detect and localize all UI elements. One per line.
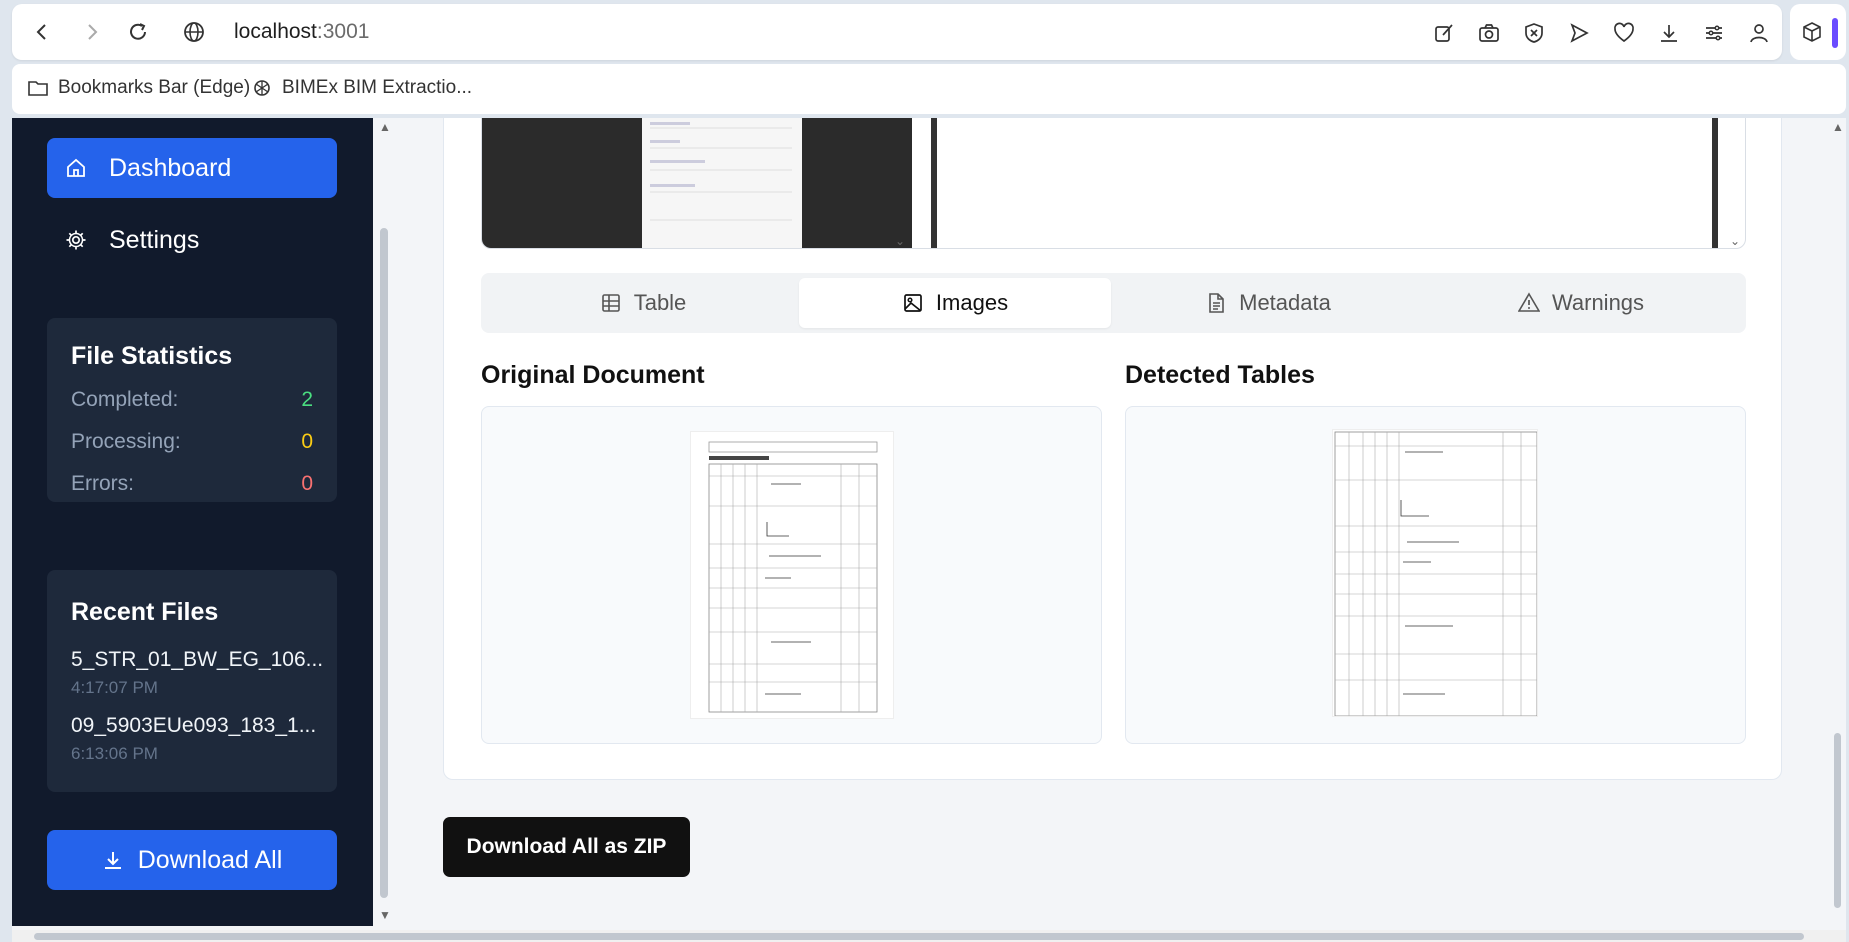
results-card: ⌄ ⌄ Table Images Metadata Warnings Origi… [443,118,1782,780]
bookmarks-bar: Bookmarks Bar (Edge) BIMEx BIM Extractio… [12,64,1846,114]
tab-label: Images [935,290,1009,315]
download-icon[interactable] [1657,21,1681,45]
bookmark-label: Bookmarks Bar (Edge) [58,77,251,98]
scroll-up-icon[interactable]: ▲ [379,120,391,134]
profile-icon[interactable] [1747,21,1771,45]
original-document-panel [481,406,1102,744]
stat-value: 0 [301,430,313,453]
download-zip-button[interactable]: Download All as ZIP [443,817,690,877]
back-icon[interactable] [28,18,56,46]
forward-icon[interactable] [78,18,106,46]
original-document-title: Original Document [481,361,705,389]
browser-chrome: localhost:3001 Bookmarks Bar (Edge) BIME… [0,0,1849,118]
recent-file-name[interactable]: 5_STR_01_BW_EG_106... [71,648,323,672]
edit-icon[interactable] [1432,21,1456,45]
bookmark-folder[interactable]: Bookmarks Bar (Edge) [28,77,250,99]
home-icon [65,157,87,179]
horizontal-scrollbar[interactable] [12,930,1846,942]
stat-label: Processing: [71,430,181,453]
sidebar-item-settings[interactable]: Settings [47,210,337,270]
document-preview[interactable]: ⌄ ⌄ [481,118,1746,249]
url-text[interactable]: localhost:3001 [234,20,369,44]
stat-completed: Completed: 2 [71,388,313,412]
sidebar-scrollbar[interactable]: ▲ ▼ [373,118,395,926]
heart-icon[interactable] [1612,21,1636,45]
result-tabs: Table Images Metadata Warnings [481,273,1746,333]
stat-errors: Errors: 0 [71,472,313,496]
download-all-label: Download All [137,845,283,874]
openai-icon [252,78,272,98]
scroll-down-icon[interactable]: ▼ [379,908,391,922]
menu-settings-icon[interactable] [1702,21,1726,45]
tab-warnings[interactable]: Warnings [1425,278,1737,328]
bookmark-label: BIMEx BIM Extractio... [282,77,473,98]
card-title: File Statistics [71,342,233,370]
preview-page-thumbnail [642,118,802,248]
tab-label: Warnings [1551,290,1645,315]
detected-tables-title: Detected Tables [1125,361,1315,389]
send-icon[interactable] [1567,21,1591,45]
tab-table[interactable]: Table [487,278,799,328]
preview-divider [931,118,937,248]
stat-label: Errors: [71,472,134,495]
download-icon [102,849,124,871]
tab-images[interactable]: Images [799,278,1111,328]
table-icon [600,292,622,314]
file-text-icon [1205,292,1227,314]
sidebar-item-label: Settings [109,225,200,254]
stat-value: 0 [301,472,313,495]
alert-triangle-icon [1517,292,1540,314]
page-scrollbar[interactable]: ▲ [1829,118,1846,926]
shield-block-icon[interactable] [1522,21,1546,45]
camera-icon[interactable] [1477,21,1501,45]
tab-label: Metadata [1239,290,1331,315]
address-bar[interactable]: localhost:3001 [12,4,1782,60]
page-viewport: Dashboard Settings File Statistics Compl… [12,118,1846,930]
sidebar: Dashboard Settings File Statistics Compl… [12,118,373,926]
tab-metadata[interactable]: Metadata [1112,278,1424,328]
recent-file-name[interactable]: 09_5903EUe093_183_1... [71,714,316,738]
scrollbar-thumb[interactable] [1834,733,1841,908]
folder-icon [28,79,48,97]
chevron-down-icon[interactable]: ⌄ [1730,234,1740,248]
bookmark-bimex[interactable]: BIMEx BIM Extractio... [252,77,472,99]
detected-table-image[interactable] [1332,429,1538,717]
recent-file-time: 6:13:06 PM [71,744,158,763]
image-icon [902,292,924,314]
scroll-up-icon[interactable]: ▲ [1832,120,1844,134]
reload-icon[interactable] [124,18,152,46]
detected-tables-panel [1125,406,1746,744]
preview-divider [1712,118,1718,248]
sidebar-item-dashboard[interactable]: Dashboard [47,138,337,198]
original-document-image[interactable] [690,431,894,719]
chevron-down-icon[interactable]: ⌄ [895,234,905,248]
stat-value: 2 [301,388,313,411]
recent-files-card: Recent Files 5_STR_01_BW_EG_106... 4:17:… [47,570,337,792]
cube-icon[interactable] [1800,20,1824,44]
stat-label: Completed: [71,388,179,411]
scrollbar-thumb[interactable] [34,933,1804,940]
download-all-button[interactable]: Download All [47,830,337,890]
sidebar-toggle[interactable] [1832,18,1838,48]
recent-file-time: 4:17:07 PM [71,678,158,697]
card-title: Recent Files [71,598,219,626]
globe-icon[interactable] [180,18,208,46]
file-statistics-card: File Statistics Completed: 2 Processing:… [47,318,337,502]
preview-viewer-dark [482,118,912,248]
gear-icon [65,229,87,251]
stat-processing: Processing: 0 [71,430,313,454]
sidebar-item-label: Dashboard [109,153,232,182]
scrollbar-thumb[interactable] [380,228,388,898]
tab-label: Table [633,290,687,315]
